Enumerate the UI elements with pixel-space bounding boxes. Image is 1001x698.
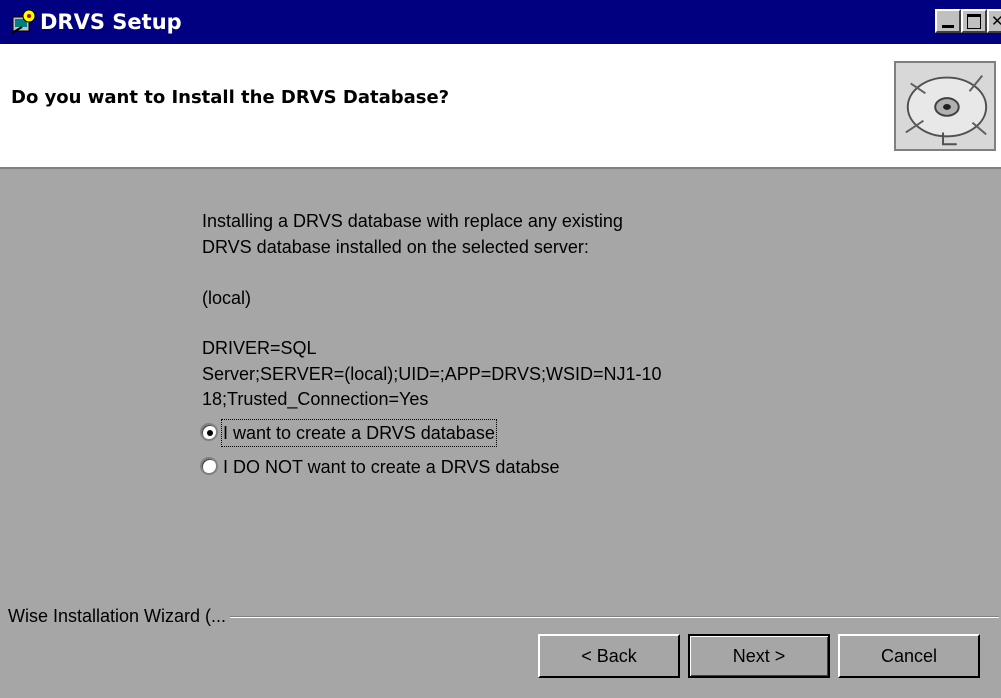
setup-window: DRVS Setup Do you want to Install the DR… [0, 0, 1001, 698]
description-line-1: Installing a DRVS database with replace … [202, 211, 623, 231]
close-button[interactable] [987, 9, 1001, 33]
radio-do-not-create-database-label[interactable]: I DO NOT want to create a DRVS databse [222, 454, 561, 480]
page-title: Do you want to Install the DRVS Database… [11, 87, 450, 108]
window-title: DRVS Setup [40, 10, 182, 34]
next-button[interactable]: Next > [688, 634, 830, 678]
radio-create-database-label[interactable]: I want to create a DRVS database [221, 419, 497, 447]
wizard-brand-label: Wise Installation Wizard (... [8, 604, 231, 628]
connection-string-line-3: 18;Trusted_Connection=Yes [202, 389, 429, 409]
radio-do-not-create-database-button[interactable] [200, 457, 218, 475]
description-line-2: DRVS database installed on the selected … [202, 237, 589, 257]
connection-string-line-1: DRIVER=SQL [202, 338, 317, 358]
cd-disc-icon [894, 61, 996, 151]
wizard-header: Do you want to Install the DRVS Database… [0, 44, 1001, 169]
radio-create-database-button[interactable] [200, 423, 218, 441]
setup-app-icon [11, 9, 36, 34]
minimize-button[interactable] [935, 9, 961, 33]
cancel-button[interactable]: Cancel [838, 634, 980, 678]
back-button[interactable]: < Back [538, 634, 680, 678]
title-bar[interactable]: DRVS Setup [0, 0, 1001, 44]
connection-string-line-2: Server;SERVER=(local);UID=;APP=DRVS;WSID… [202, 364, 662, 384]
server-name: (local) [202, 288, 252, 308]
maximize-button[interactable] [961, 9, 987, 33]
